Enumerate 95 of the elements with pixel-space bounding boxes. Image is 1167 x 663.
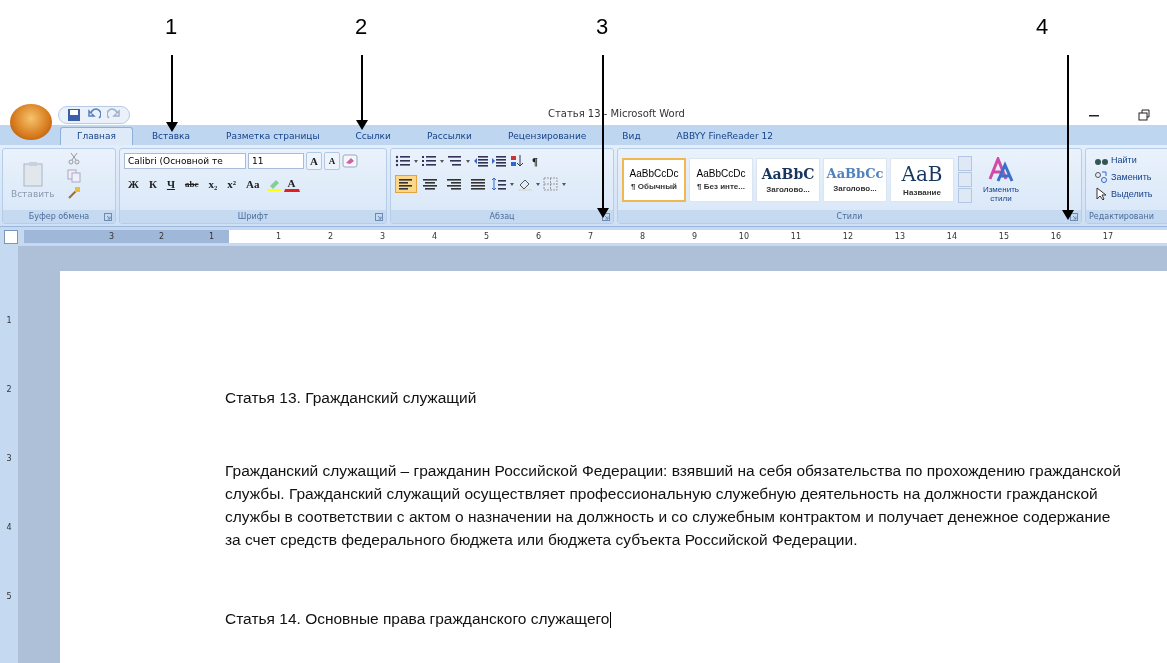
change-styles-button[interactable]: Изменить стили	[976, 156, 1026, 203]
window-title: Статья 13 - Microsoft Word	[548, 108, 685, 119]
ruler-number: 4	[6, 523, 12, 532]
group-label: Буфер обмена	[3, 210, 115, 223]
font-size-field[interactable]: 11	[248, 153, 304, 169]
ribbon-tab[interactable]: Рассылки	[409, 127, 489, 145]
format-button[interactable]: x²	[223, 175, 241, 193]
ruler-number: 14	[945, 232, 957, 241]
shrink-font-button[interactable]: A	[324, 152, 340, 170]
save-icon[interactable]	[67, 108, 81, 122]
format-button[interactable]: Aa	[242, 175, 264, 193]
ribbon-tab[interactable]: Ссылки	[338, 127, 408, 145]
ruler-number: 17	[1101, 232, 1113, 241]
caret-icon[interactable]	[439, 158, 445, 164]
style-option[interactable]: AaBbCcDc ¶ Без инте...	[689, 157, 753, 202]
ribbon-tab[interactable]: Разметка страницы	[209, 127, 337, 145]
caret-icon[interactable]	[413, 158, 419, 164]
line-spacing-icon[interactable]	[491, 177, 507, 191]
ruler-number: 16	[1049, 232, 1061, 241]
increase-indent-icon[interactable]	[491, 154, 507, 168]
ruler-number: 7	[586, 232, 593, 241]
format-button[interactable]: x₂	[204, 175, 222, 193]
replace-icon[interactable]	[1094, 169, 1108, 184]
sort-icon[interactable]	[509, 154, 525, 168]
ribbon-tab[interactable]: Вставка	[134, 127, 207, 145]
callout-number: 1	[165, 14, 178, 40]
ribbon-tab[interactable]: ABBYY FineReader 12	[659, 127, 790, 145]
ruler-number: 2	[157, 232, 164, 241]
ruler-number: 4	[430, 232, 437, 241]
bullets-icon[interactable]	[395, 154, 411, 168]
editing-button[interactable]: Заменить	[1094, 169, 1167, 184]
ruler-number: 3	[107, 232, 114, 241]
ruler-number: 2	[326, 232, 333, 241]
ribbon-tab[interactable]: Рецензирование	[490, 127, 604, 145]
ruler-number: 3	[6, 454, 12, 463]
restore-icon[interactable]	[1137, 108, 1151, 122]
ruler-number: 1	[207, 232, 214, 241]
ruler-number: 1	[6, 316, 12, 325]
format-button[interactable]: Ж	[124, 175, 143, 193]
format-button[interactable]: abc	[180, 175, 203, 193]
ruler-number: 5	[482, 232, 489, 241]
grow-font-button[interactable]: A	[306, 152, 322, 170]
style-option[interactable]: AaBbC Заголово...	[756, 157, 820, 202]
group-label: Абзац	[391, 210, 613, 223]
decrease-indent-icon[interactable]	[473, 154, 489, 168]
ruler-number: 3	[378, 232, 385, 241]
ruler-number: 5	[6, 592, 12, 601]
article-heading: Статья 13. Гражданский служащий	[225, 388, 478, 408]
clear-formatting-icon[interactable]	[342, 154, 358, 168]
numbering-icon[interactable]	[421, 154, 437, 168]
format-button[interactable]: Ч	[162, 175, 179, 193]
ruler-number: 13	[893, 232, 905, 241]
caret-icon[interactable]	[465, 158, 471, 164]
dialog-launcher-icon[interactable]	[1070, 213, 1078, 221]
ruler-number: 10	[737, 232, 749, 241]
font-name-field[interactable]: Calibri (Основной те	[124, 153, 246, 169]
show-formatting-button[interactable]: ¶	[527, 152, 543, 170]
article-heading: Статья 14. Основные права гражданского служащего	[225, 609, 612, 630]
style-option[interactable]: AaBbCc Заголово...	[823, 157, 887, 202]
ruler-number: 9	[690, 232, 697, 241]
caret-icon[interactable]	[561, 181, 567, 187]
clipboard-icon[interactable]	[20, 160, 45, 187]
style-option[interactable]: AaBbCcDc ¶ Обычный	[622, 157, 686, 202]
format-painter-icon[interactable]	[66, 186, 81, 200]
caret-icon[interactable]	[509, 181, 515, 187]
ruler-number: 8	[638, 232, 645, 241]
paragraph: Гражданский служащий – гражданин Российской Федерации: взявший на себя обязательства по прохождению гражданской службы. Гражданский служащий осуществляет профессиональную служебную деятельность на должности гражданской службы в соответствии с актом о назначении на должность и со служебным контрактом и получает денежное содержание за счет средств федерального бюджета или бюджета субъекта Российской Федерации.	[225, 461, 1122, 550]
editing-button[interactable]: Выделить	[1094, 186, 1167, 201]
group-label: Стили	[618, 210, 1081, 223]
callout-number: 2	[355, 14, 368, 40]
cursor-arrow-icon[interactable]	[1094, 186, 1108, 201]
ribbon-tab[interactable]: Вид	[605, 127, 658, 145]
undo-icon[interactable]	[87, 108, 101, 122]
ruler-number: 2	[6, 385, 12, 394]
editing-button[interactable]: Найти	[1094, 152, 1167, 167]
tab-stop-selector[interactable]	[4, 229, 18, 244]
group-label: Шрифт	[120, 210, 386, 223]
format-button[interactable]: К	[144, 175, 161, 193]
shading-icon[interactable]	[517, 177, 533, 191]
ruler-number: 12	[841, 232, 853, 241]
font-color-button[interactable]: A	[283, 176, 300, 192]
ruler-number: 11	[789, 232, 801, 241]
style-option[interactable]: AaB Название	[890, 157, 954, 202]
ruler-number: 1	[274, 232, 281, 241]
office-button[interactable]	[10, 104, 52, 140]
callout-number: 4	[1036, 14, 1049, 40]
caret-icon[interactable]	[535, 181, 541, 187]
ribbon-tab[interactable]: Главная	[60, 127, 133, 145]
ruler-number: 6	[534, 232, 541, 241]
letters-icon[interactable]	[988, 156, 1014, 183]
dialog-launcher-icon[interactable]	[602, 213, 610, 221]
ruler-number: 15	[997, 232, 1009, 241]
callout-number: 3	[596, 14, 609, 40]
group-label: Редактировани	[1086, 210, 1167, 223]
multilevel-list-icon[interactable]	[447, 154, 463, 168]
